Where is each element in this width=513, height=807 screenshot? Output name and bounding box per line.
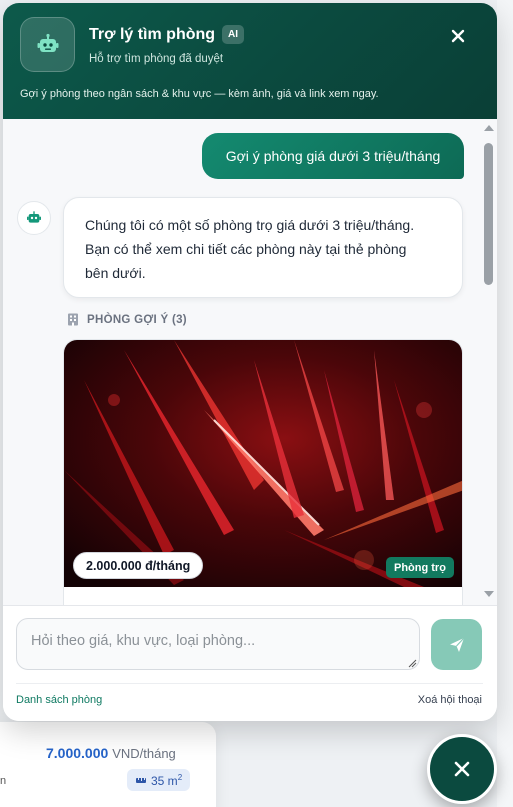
room-type-badge: Phòng trọ bbox=[386, 557, 454, 578]
background-card-price-unit: VND/tháng bbox=[112, 746, 176, 761]
close-icon bbox=[454, 761, 470, 777]
header-bot-avatar bbox=[20, 17, 75, 72]
message-input[interactable] bbox=[16, 618, 420, 670]
bot-message: Chúng tôi có một số phòng trọ giá dưới 3… bbox=[63, 197, 463, 298]
background-card-text-fragment: n bbox=[0, 775, 7, 787]
background-card-price-value: 7.000.000 bbox=[46, 745, 109, 761]
close-icon bbox=[451, 29, 465, 43]
bot-message-avatar bbox=[17, 201, 51, 235]
send-button[interactable] bbox=[431, 619, 482, 670]
robot-icon bbox=[37, 33, 58, 52]
page-background-strip bbox=[497, 0, 513, 807]
message-list[interactable]: Gợi ý phòng giá dưới 3 triệu/tháng Chúng… bbox=[3, 119, 497, 605]
bot-message-line: bên dưới. bbox=[85, 265, 146, 281]
building-icon bbox=[68, 313, 78, 326]
scroll-down-arrow[interactable] bbox=[484, 591, 494, 597]
background-card-area-value: 35 m2 bbox=[151, 772, 183, 788]
room-card[interactable]: 2.000.000 đ/tháng Phòng trọ bbox=[63, 339, 463, 605]
composer-divider bbox=[16, 683, 483, 684]
background-card-area-badge: 35 m2 bbox=[127, 769, 191, 791]
chat-title: Trợ lý tìm phòng bbox=[89, 26, 216, 43]
scroll-thumb[interactable] bbox=[484, 143, 493, 285]
scroll-up-arrow[interactable] bbox=[484, 125, 494, 131]
room-price-badge: 2.000.000 đ/tháng bbox=[73, 552, 204, 579]
room-list-link[interactable]: Danh sách phòng bbox=[16, 694, 102, 706]
background-card-price: 7.000.000 VND/tháng bbox=[46, 745, 176, 761]
bot-message-line: Chúng tôi có một số phòng trọ giá dưới 3… bbox=[85, 217, 415, 233]
chat-subtitle: Hỗ trợ tìm phòng đã duyệt bbox=[89, 53, 224, 65]
clear-conversation-link[interactable]: Xoá hội thoại bbox=[418, 694, 482, 706]
user-message: Gợi ý phòng giá dưới 3 triệu/tháng bbox=[202, 133, 464, 179]
chat-panel: Trợ lý tìm phòng AI Hỗ trợ tìm phòng đã … bbox=[3, 3, 497, 721]
room-photo bbox=[64, 340, 462, 587]
composer: Danh sách phòng Xoá hội thoại bbox=[3, 605, 497, 721]
close-chat-button[interactable] bbox=[447, 25, 469, 47]
suggested-rooms-title: PHÒNG GỢI Ý (3) bbox=[87, 313, 187, 326]
ruler-icon bbox=[136, 778, 146, 783]
bot-message-line: Bạn có thể xem chi tiết các phòng này tạ… bbox=[85, 241, 407, 257]
robot-icon bbox=[27, 211, 41, 223]
background-room-card[interactable] bbox=[0, 722, 216, 807]
suggested-rooms-heading: PHÒNG GỢI Ý (3) bbox=[67, 313, 187, 326]
ai-badge: AI bbox=[222, 25, 244, 44]
toggle-chat-button[interactable] bbox=[427, 734, 497, 804]
message-scrollbar[interactable] bbox=[480, 119, 497, 605]
send-icon bbox=[449, 637, 464, 652]
chat-header: Trợ lý tìm phòng AI Hỗ trợ tìm phòng đã … bbox=[3, 3, 497, 119]
chat-tagline: Gợi ý phòng theo ngân sách & khu vực — k… bbox=[20, 88, 379, 100]
